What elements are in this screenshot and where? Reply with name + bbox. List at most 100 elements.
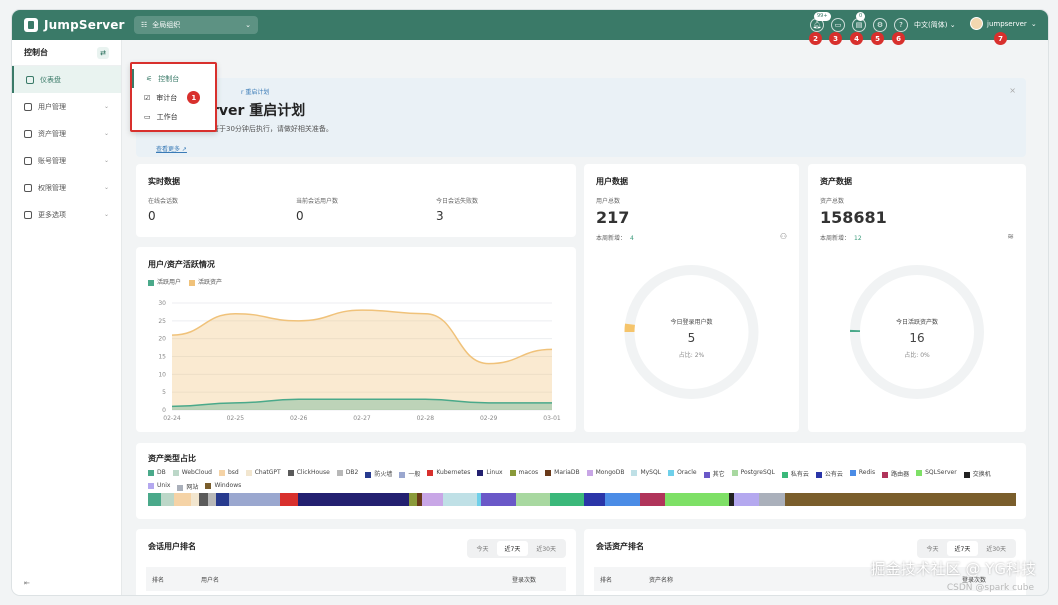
menu-item-console[interactable]: ⚟ 控制台: [132, 69, 215, 88]
sidebar-item-users[interactable]: 用户管理 ⌄: [12, 93, 121, 120]
asset-type-legend-item[interactable]: 一般: [399, 469, 420, 478]
tab-30days[interactable]: 近30天: [978, 541, 1014, 556]
asset-type-segment[interactable]: [584, 493, 606, 506]
asset-type-legend-item[interactable]: WebCloud: [172, 469, 212, 478]
asset-type-segment[interactable]: [515, 493, 550, 506]
y-tick-label: 5: [162, 389, 166, 396]
chevron-down-icon: ⌄: [103, 130, 109, 137]
workbench-icon: ▭: [144, 112, 151, 121]
asset-type-segment[interactable]: [190, 493, 200, 506]
ticket-icon[interactable]: ▤: [852, 18, 866, 32]
asset-type-segment[interactable]: [160, 493, 174, 506]
asset-type-segment[interactable]: [199, 493, 208, 506]
menu-item-audit[interactable]: ☑ 审计台 1: [132, 88, 215, 107]
menu-item-workbench[interactable]: ▭ 工作台: [132, 107, 215, 126]
asset-type-legend-item[interactable]: 防火墙: [365, 469, 392, 478]
sidebar-title: 控制台: [24, 48, 48, 57]
legend-swatch: [336, 469, 343, 476]
avatar: [970, 17, 983, 30]
asset-type-segment[interactable]: [297, 493, 409, 506]
account-icon: [24, 156, 32, 165]
tab-7days[interactable]: 近7天: [496, 541, 529, 556]
series-area: [172, 310, 552, 410]
sidebar-item-label: 账号管理: [38, 156, 66, 165]
asset-type-segment[interactable]: [759, 493, 785, 506]
tab-today[interactable]: 今天: [919, 541, 947, 556]
asset-type-legend-item[interactable]: MySQL: [631, 469, 661, 478]
language-label: 中文(简体): [914, 21, 948, 29]
language-selector[interactable]: 中文(简体) ⌄: [914, 20, 956, 30]
user-menu[interactable]: jumpserver ⌄: [970, 17, 1037, 30]
tab-30days[interactable]: 近30天: [528, 541, 564, 556]
asset-type-segment[interactable]: [784, 493, 1016, 506]
legend-swatch: [365, 471, 372, 478]
table-header: 排名 用户名 登录次数: [146, 567, 566, 591]
asset-type-segment[interactable]: [216, 493, 230, 506]
asset-type-segment[interactable]: [442, 493, 478, 506]
sidebar-item-permissions[interactable]: 权限管理 ⌄: [12, 174, 121, 201]
asset-type-segment[interactable]: [733, 493, 760, 506]
gear-icon[interactable]: ⚙︎: [873, 18, 887, 32]
asset-type-legend-item[interactable]: PostgreSQL: [731, 469, 775, 478]
y-tick-label: 10: [158, 371, 166, 378]
tab-7days[interactable]: 近7天: [946, 541, 979, 556]
org-selector[interactable]: ☷ 全局组织 ⌄: [134, 16, 258, 34]
asset-type-segment[interactable]: [605, 493, 640, 506]
asset-type-legend-item[interactable]: macos: [509, 469, 538, 478]
asset-type-segment[interactable]: [207, 493, 217, 506]
asset-type-legend-item[interactable]: ClickHouse: [287, 469, 330, 478]
watermark: 掘金技术社区 @ YG科技: [870, 560, 1036, 578]
sidebar: 控制台 ⇄ 仪表盘 用户管理 ⌄ 资产管理 ⌄ 账号管理 ⌄ 权限管理 ⌄ 更多…: [12, 40, 122, 595]
asset-type-legend-item[interactable]: Oracle: [668, 469, 697, 478]
asset-type-legend-item[interactable]: SQLServer: [916, 469, 957, 478]
menu-item-label: 审计台: [156, 93, 178, 102]
terminal-icon[interactable]: ▭: [831, 18, 845, 32]
asset-active-donut: [850, 265, 984, 399]
asset-type-segment[interactable]: [173, 493, 191, 506]
close-icon[interactable]: ×: [1009, 86, 1016, 95]
asset-type-legend-item[interactable]: MariaDB: [545, 469, 580, 478]
asset-type-legend-item[interactable]: Redis: [849, 469, 875, 478]
y-tick-label: 30: [158, 300, 166, 307]
asset-type-legend-item[interactable]: Kubernetes: [427, 469, 470, 478]
realtime-card: 实时数据 在线会话数 0 当前会话用户数 0 今日会话失败数 3: [136, 164, 576, 237]
asset-type-segment[interactable]: [280, 493, 298, 506]
asset-type-segment[interactable]: [549, 493, 584, 506]
bell-icon[interactable]: 🔔︎: [810, 18, 824, 32]
app-logo[interactable]: JumpServer: [24, 18, 125, 32]
collapse-sidebar-icon[interactable]: ⇤: [24, 579, 30, 587]
asset-type-legend-item[interactable]: Linux: [477, 469, 503, 478]
permission-icon: [24, 183, 32, 192]
view-switch-icon[interactable]: ⇄: [97, 46, 109, 59]
tab-today[interactable]: 今天: [469, 541, 497, 556]
asset-type-segment[interactable]: [421, 493, 443, 506]
asset-type-legend-item[interactable]: 公有云: [815, 469, 843, 478]
asset-type-segment[interactable]: [408, 493, 418, 506]
asset-type-legend-item[interactable]: 路由器: [882, 469, 909, 478]
asset-type-legend-item[interactable]: 交换机: [963, 469, 991, 478]
asset-type-segment[interactable]: [148, 493, 161, 506]
asset-type-legend-item[interactable]: MongoDB: [586, 469, 624, 478]
help-icon[interactable]: ?: [894, 18, 908, 32]
asset-type-legend-item[interactable]: DB: [148, 469, 166, 478]
asset-type-segment[interactable]: [229, 493, 281, 506]
column-header: 资产名称: [649, 577, 674, 584]
asset-type-segment[interactable]: [481, 493, 516, 506]
sidebar-item-more[interactable]: 更多选项 ⌄: [12, 201, 121, 228]
sidebar-item-accounts[interactable]: 账号管理 ⌄: [12, 147, 121, 174]
asset-type-legend-item[interactable]: 其它: [703, 469, 725, 478]
asset-type-legend-item[interactable]: ChatGPT: [245, 469, 281, 478]
asset-type-legend-item[interactable]: Unix: [148, 482, 170, 491]
legend-swatch: [815, 471, 822, 478]
asset-type-legend-item[interactable]: Windows: [205, 482, 241, 491]
sidebar-item-dashboard[interactable]: 仪表盘: [12, 66, 121, 93]
banner-more-link[interactable]: 查看更多 ↗: [156, 144, 187, 153]
asset-type-legend-item[interactable]: bsd: [218, 469, 239, 478]
legend-swatch: [177, 484, 184, 491]
asset-type-legend-item[interactable]: DB2: [336, 469, 358, 478]
sidebar-item-assets[interactable]: 资产管理 ⌄: [12, 120, 121, 147]
asset-type-legend-item[interactable]: 私有云: [781, 469, 809, 478]
asset-type-legend-item[interactable]: 网站: [177, 482, 198, 491]
asset-type-segment[interactable]: [665, 493, 730, 506]
asset-type-segment[interactable]: [639, 493, 666, 506]
